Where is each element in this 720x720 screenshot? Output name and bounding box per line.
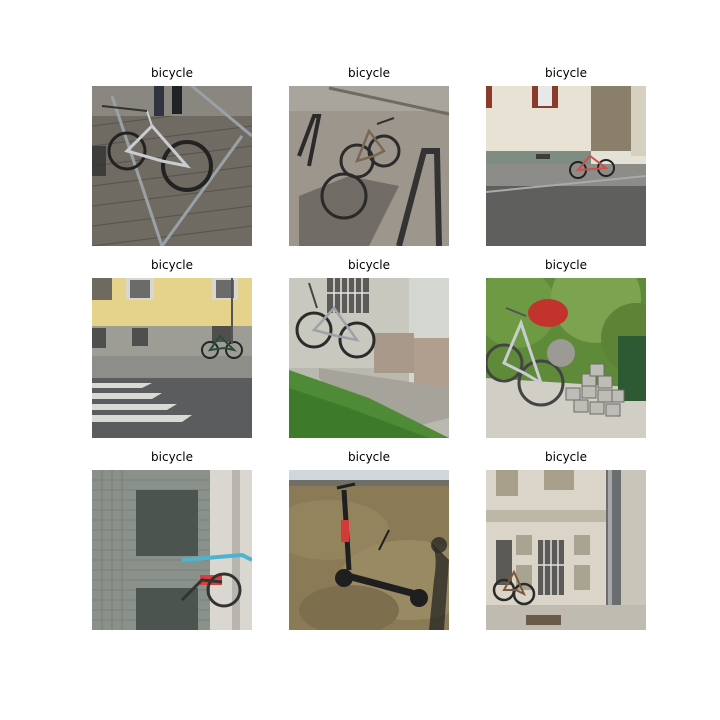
thumbnail-image bbox=[486, 86, 646, 246]
cell-label: bicycle bbox=[545, 66, 587, 80]
grid-cell-5: bicycle bbox=[289, 255, 449, 438]
grid-cell-7: bicycle bbox=[92, 447, 252, 630]
thumbnail-image bbox=[92, 278, 252, 438]
cell-label: bicycle bbox=[348, 450, 390, 464]
thumbnail-image bbox=[289, 86, 449, 246]
thumbnail-image bbox=[289, 278, 449, 438]
grid-cell-1: bicycle bbox=[92, 63, 252, 246]
cell-label: bicycle bbox=[151, 450, 193, 464]
grid-cell-3: bicycle bbox=[486, 63, 646, 246]
thumbnail-image bbox=[289, 470, 449, 630]
cell-label: bicycle bbox=[545, 450, 587, 464]
thumbnail-image bbox=[486, 278, 646, 438]
cell-label: bicycle bbox=[151, 66, 193, 80]
cell-label: bicycle bbox=[348, 66, 390, 80]
grid-cell-2: bicycle bbox=[289, 63, 449, 246]
thumbnail-image bbox=[92, 86, 252, 246]
grid-cell-4: bicycle bbox=[92, 255, 252, 438]
grid-cell-9: bicycle bbox=[486, 447, 646, 630]
thumbnail-image bbox=[486, 470, 646, 630]
thumbnail-image bbox=[92, 470, 252, 630]
image-grid-figure: bicycle bicycle bicycle bicycle bicycle … bbox=[0, 0, 720, 720]
cell-label: bicycle bbox=[348, 258, 390, 272]
grid-cell-8: bicycle bbox=[289, 447, 449, 630]
cell-label: bicycle bbox=[545, 258, 587, 272]
grid-cell-6: bicycle bbox=[486, 255, 646, 438]
cell-label: bicycle bbox=[151, 258, 193, 272]
